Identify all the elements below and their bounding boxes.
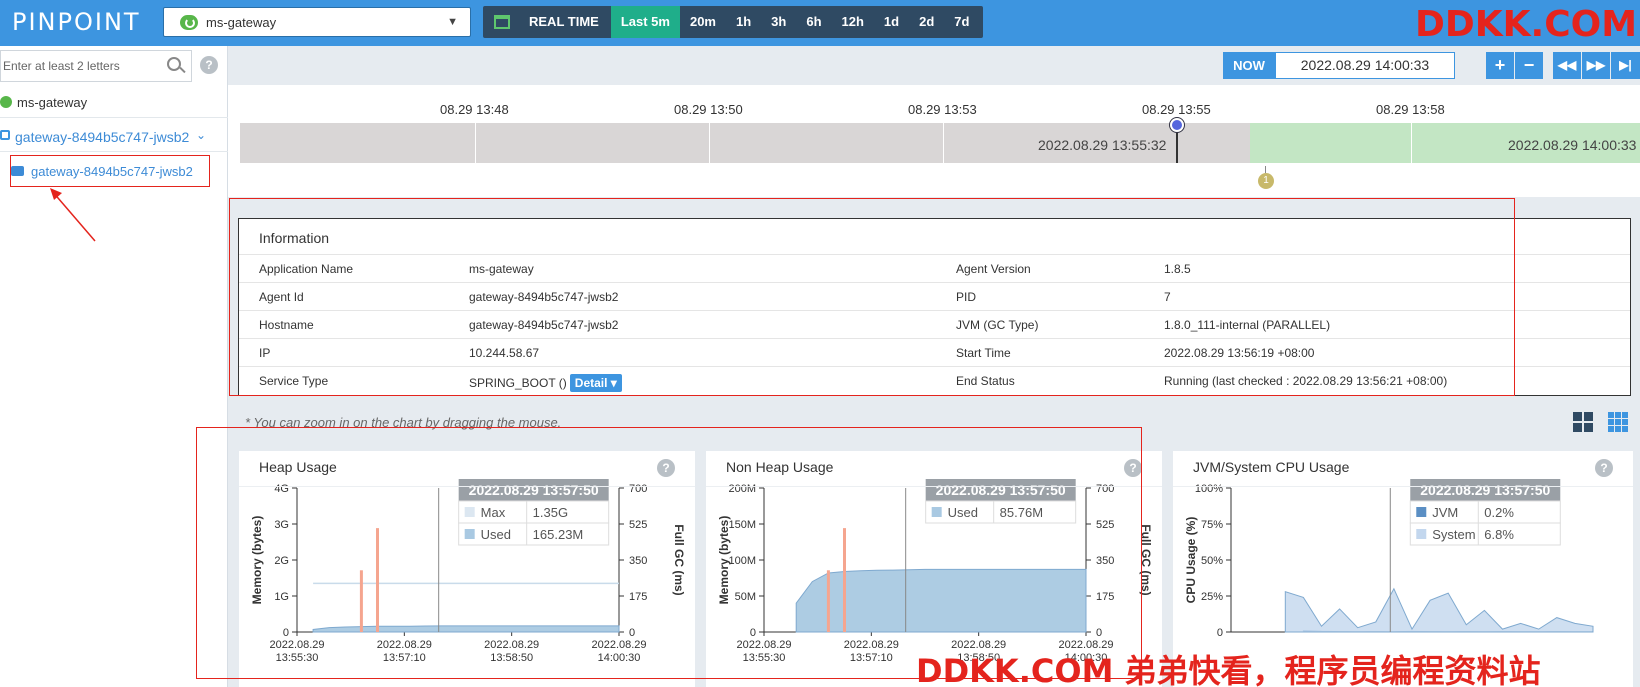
range-1h[interactable]: 1h	[726, 6, 761, 38]
range-7d[interactable]: 7d	[944, 6, 979, 38]
y-tick-label: 0	[1217, 627, 1223, 639]
move-back-button[interactable]: ◀◀	[1553, 52, 1581, 79]
tooltip-value: 0.2%	[1484, 505, 1514, 520]
layout-2col-icon[interactable]	[1573, 412, 1593, 432]
zoom-in-button[interactable]: +	[1486, 52, 1514, 79]
pinpoint-logo[interactable]: PINPOINT	[12, 8, 141, 36]
time-range-bar: REAL TIME Last 5m 20m 1h 3h 6h 12h 1d 2d…	[483, 6, 984, 38]
y-tick-label: 50%	[1201, 555, 1223, 567]
chevron-down-icon: ⌄	[195, 128, 206, 142]
annotation-box	[196, 427, 1142, 679]
tooltip-label: JVM	[1432, 505, 1458, 520]
spring-boot-icon	[180, 15, 198, 30]
range-3h[interactable]: 3h	[761, 6, 796, 38]
current-time-field[interactable]: 2022.08.29 14:00:33	[1275, 52, 1455, 79]
move-latest-button[interactable]: ▶|	[1611, 52, 1640, 79]
move-forward-button[interactable]: ▶▶	[1582, 52, 1610, 79]
tooltip-swatch	[1416, 529, 1427, 539]
range-20m[interactable]: 20m	[680, 6, 726, 38]
realtime-button[interactable]: REAL TIME	[517, 6, 611, 38]
watermark-top: DDKK.COM	[1415, 4, 1638, 45]
sidebar-item-label: gateway-8494b5c747-jwsb2	[31, 164, 193, 179]
sidebar-item-label: ms-gateway	[17, 95, 88, 110]
spring-boot-icon	[0, 96, 12, 108]
timeline-divider	[1411, 123, 1412, 163]
watermark-bottom: DDKK.COM 弟弟快看，程序员编程资料站	[916, 652, 1541, 687]
timeline-tick: 08.29 13:48	[440, 102, 509, 117]
server-icon	[11, 166, 24, 176]
timeline-handle[interactable]	[1170, 118, 1184, 132]
range-2d[interactable]: 2d	[909, 6, 944, 38]
agent-search-input[interactable]: Enter at least 2 letters	[0, 50, 192, 82]
search-placeholder: Enter at least 2 letters	[3, 59, 120, 73]
tooltip-label: System	[1432, 527, 1475, 542]
search-icon[interactable]	[167, 57, 181, 71]
range-6h[interactable]: 6h	[796, 6, 831, 38]
application-selector-label: ms-gateway	[206, 15, 277, 30]
timeline-divider	[709, 123, 710, 163]
help-icon[interactable]: ?	[1595, 459, 1613, 477]
sidebar-agent-group[interactable]: gateway-8494b5c747-jwsb2 ⌄	[0, 120, 228, 152]
event-marker[interactable]: 1	[1258, 173, 1274, 189]
help-icon[interactable]: ?	[200, 56, 218, 74]
timeline-tick: 08.29 13:50	[674, 102, 743, 117]
timeline-tick: 08.29 13:55	[1142, 102, 1211, 117]
application-selector[interactable]: ms-gateway ▼	[163, 7, 471, 37]
timeline-tick: 08.29 13:53	[908, 102, 977, 117]
timeline-range-end: 2022.08.29 14:00:33	[1508, 137, 1637, 153]
timeline-divider	[475, 123, 476, 163]
range-last-5m[interactable]: Last 5m	[610, 6, 680, 38]
sidebar-item-label: gateway-8494b5c747-jwsb2	[15, 129, 190, 145]
zoom-out-button[interactable]: −	[1515, 52, 1543, 79]
now-button[interactable]: NOW	[1223, 52, 1275, 79]
server-group-icon	[0, 130, 10, 140]
series-area-system	[1284, 587, 1594, 633]
timeline-tick: 08.29 13:58	[1376, 102, 1445, 117]
panel-title: JVM/System CPU Usage	[1193, 459, 1350, 475]
chevron-down-icon: ▼	[447, 16, 458, 28]
range-12h[interactable]: 12h	[832, 6, 874, 38]
y-axis-label: CPU Usage (%)	[1184, 517, 1198, 604]
calendar-icon[interactable]	[487, 6, 517, 38]
y-tick-label: 25%	[1201, 591, 1223, 603]
event-marker-line	[1265, 166, 1266, 173]
range-1d[interactable]: 1d	[874, 6, 909, 38]
sidebar-item-app[interactable]: ms-gateway	[0, 86, 228, 118]
tooltip-swatch	[1416, 507, 1427, 517]
timeline-divider	[943, 123, 944, 163]
layout-3col-icon[interactable]	[1608, 412, 1628, 432]
timeline-range-start: 2022.08.29 13:55:32	[1038, 137, 1167, 153]
y-tick-label: 75%	[1201, 519, 1223, 531]
tooltip-value: 6.8%	[1484, 527, 1514, 542]
annotation-arrow	[50, 188, 96, 242]
annotation-box	[229, 198, 1515, 396]
